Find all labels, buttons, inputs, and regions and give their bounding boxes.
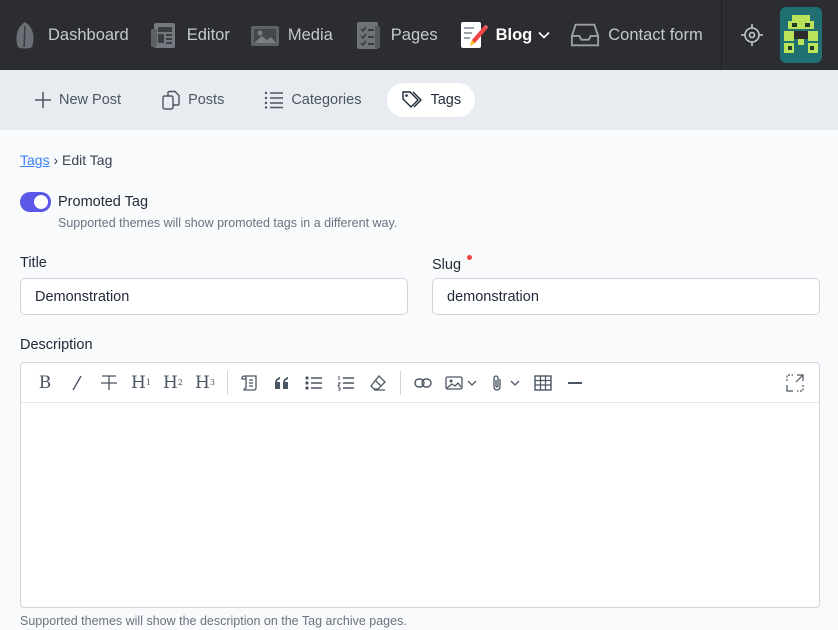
breadcrumb-tags-link[interactable]: Tags — [20, 152, 50, 168]
copy-icon — [162, 90, 180, 110]
avatar[interactable] — [780, 7, 822, 63]
scroll-icon — [241, 374, 257, 391]
breadcrumb: Tags › Edit Tag — [20, 152, 112, 168]
promoted-tag-row: Promoted Tag — [20, 192, 148, 212]
nav-label: Dashboard — [48, 25, 129, 44]
editor-toolbar: B H1 H2 H3 — [21, 363, 819, 403]
description-edit-area[interactable] — [21, 403, 819, 607]
inbox-icon — [570, 20, 600, 50]
italic-icon — [72, 375, 82, 390]
plus-icon — [35, 92, 51, 108]
toolbar-separator — [400, 370, 401, 395]
chevron-down-icon — [538, 31, 550, 39]
nav-blog[interactable]: Blog — [448, 0, 561, 70]
nav-dashboard[interactable]: Dashboard — [0, 0, 139, 70]
horizontal-rule-button[interactable] — [559, 368, 591, 398]
bold-button[interactable]: B — [29, 368, 61, 398]
nav-pages[interactable]: Pages — [343, 0, 448, 70]
nav-contact-form[interactable]: Contact form — [560, 0, 712, 70]
expand-icon — [786, 374, 804, 392]
bullet-list-button[interactable] — [298, 368, 330, 398]
strikethrough-button[interactable] — [93, 368, 125, 398]
subnav-new-post[interactable]: New Post — [20, 83, 135, 117]
image-icon — [444, 375, 463, 390]
subnav-label: Tags — [430, 92, 462, 108]
toolbar-separator — [227, 370, 228, 395]
fullscreen-button[interactable] — [779, 368, 811, 398]
heading-3-button[interactable]: H3 — [189, 368, 221, 398]
nav-label: Editor — [186, 25, 230, 44]
top-right-actions — [721, 0, 838, 70]
nav-label: Contact form — [608, 25, 703, 44]
promoted-tag-help: Supported themes will show promoted tags… — [58, 216, 398, 230]
list-icon — [265, 91, 284, 109]
subnav-label: New Post — [59, 92, 122, 108]
nav-media[interactable]: Media — [240, 0, 343, 70]
promoted-tag-toggle[interactable] — [20, 192, 51, 212]
description-editor: B H1 H2 H3 — [20, 362, 820, 608]
locate-button[interactable] — [732, 15, 772, 55]
leaf-icon — [10, 20, 40, 50]
heading-1-button[interactable]: H1 — [125, 368, 157, 398]
breadcrumb-current: Edit Tag — [62, 152, 113, 168]
code-block-button[interactable] — [234, 368, 266, 398]
nav-label: Pages — [390, 25, 438, 44]
horizontal-rule-icon — [568, 381, 582, 384]
blog-subnav: New Post Posts Categories Tags — [0, 70, 838, 130]
clear-format-button[interactable] — [362, 368, 394, 398]
subnav-tags[interactable]: Tags — [387, 83, 476, 117]
subnav-label: Categories — [291, 92, 362, 108]
description-help: Supported themes will show the descripti… — [20, 614, 407, 628]
paperclip-icon — [492, 374, 501, 391]
image-dropdown-button[interactable] — [439, 368, 483, 398]
bullet-list-icon — [305, 375, 322, 390]
blockquote-button[interactable] — [266, 368, 298, 398]
slug-label: Slug — [432, 257, 462, 273]
link-icon — [414, 377, 432, 388]
slug-label-row: Slug — [432, 255, 473, 273]
strikethrough-icon — [101, 374, 117, 390]
required-indicator — [467, 255, 473, 260]
numbered-list-icon — [337, 375, 354, 391]
top-navigation: Dashboard Editor Media Pages Blog Contac… — [0, 0, 838, 70]
quote-icon — [274, 376, 288, 389]
crosshair-icon — [741, 24, 763, 46]
title-label: Title — [20, 255, 47, 271]
image-icon — [250, 20, 280, 50]
table-button[interactable] — [527, 368, 559, 398]
nav-label: Media — [287, 25, 333, 44]
subnav-label: Posts — [188, 92, 225, 108]
blog-pencil-icon — [458, 20, 488, 50]
chevron-down-icon — [510, 380, 519, 386]
tag-icon — [402, 91, 423, 108]
subnav-categories[interactable]: Categories — [250, 83, 375, 117]
eraser-icon — [370, 374, 386, 391]
table-icon — [534, 374, 552, 391]
slug-input[interactable] — [432, 278, 820, 315]
newspaper-icon — [149, 20, 179, 50]
attachment-dropdown-button[interactable] — [483, 368, 527, 398]
subnav-posts[interactable]: Posts — [147, 83, 238, 117]
pages-icon — [353, 20, 383, 50]
promoted-tag-label: Promoted Tag — [58, 194, 149, 210]
link-button[interactable] — [407, 368, 439, 398]
title-input[interactable] — [20, 278, 408, 315]
heading-2-button[interactable]: H2 — [157, 368, 189, 398]
breadcrumb-separator: › — [53, 152, 59, 168]
numbered-list-button[interactable] — [330, 368, 362, 398]
italic-button[interactable] — [61, 368, 93, 398]
chevron-down-icon — [467, 380, 476, 386]
nav-editor[interactable]: Editor — [139, 0, 240, 70]
description-label: Description — [20, 337, 93, 353]
nav-label: Blog — [495, 25, 533, 44]
